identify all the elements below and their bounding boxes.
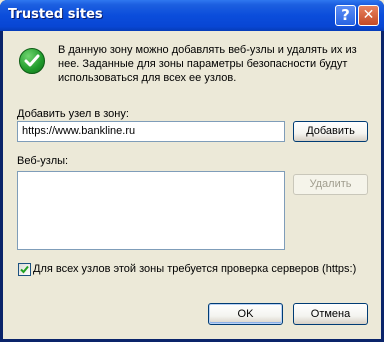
ok-button[interactable]: OK: [208, 303, 283, 325]
remove-button[interactable]: Удалить: [293, 174, 368, 195]
add-site-label: Добавить узел в зону:: [17, 108, 129, 120]
https-verification-checkbox[interactable]: [18, 263, 31, 276]
https-verification-label[interactable]: Для всех узлов этой зоны требуется прове…: [33, 263, 356, 275]
cancel-button[interactable]: Отмена: [293, 303, 368, 325]
help-button[interactable]: ?: [335, 5, 356, 26]
window-title: Trusted sites: [8, 7, 103, 22]
close-button[interactable]: ✕: [358, 5, 379, 26]
sites-label: Веб-узлы:: [17, 155, 69, 167]
zone-description: В данную зону можно добавлять веб-узлы и…: [58, 44, 357, 84]
add-site-input[interactable]: https://www.bankline.ru: [17, 121, 285, 142]
green-check-icon: [19, 48, 45, 74]
title-bar[interactable]: Trusted sites ? ✕: [0, 0, 384, 31]
checkmark-icon: [20, 265, 29, 274]
trusted-sites-dialog: Trusted sites ? ✕ В данную зону можно до…: [0, 0, 384, 342]
add-button[interactable]: Добавить: [293, 121, 368, 142]
sites-list[interactable]: [17, 171, 285, 250]
dialog-body: В данную зону можно добавлять веб-узлы и…: [3, 31, 381, 339]
